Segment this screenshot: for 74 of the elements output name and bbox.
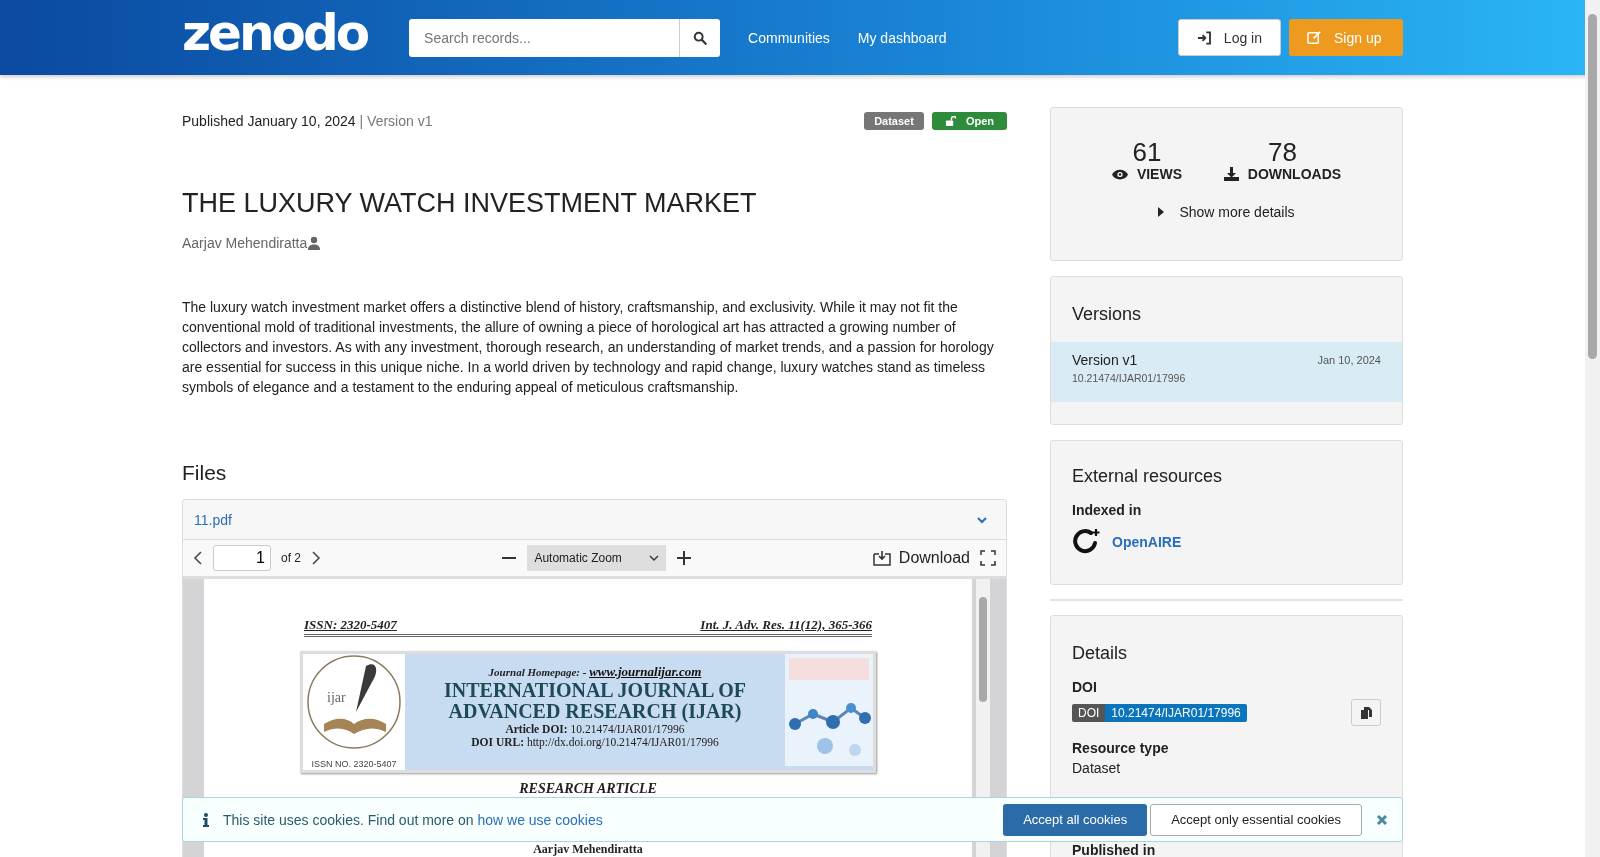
- creator-link[interactable]: Aarjav Mehendiratta: [182, 235, 308, 251]
- doi-url: http://dx.doi.org/10.21474/IJAR01/17996: [526, 736, 719, 748]
- doi-url-label: DOI URL:: [471, 736, 524, 748]
- caret-icon: [649, 555, 660, 561]
- search-icon: [693, 30, 708, 45]
- version-label: | Version v1: [359, 113, 433, 129]
- resource-type-value: Dataset: [1072, 760, 1122, 776]
- resource-type-label: Resource type: [1072, 740, 1170, 756]
- logo[interactable]: zenodo: [182, 6, 368, 59]
- files-heading: Files: [182, 461, 228, 485]
- login-icon: [1197, 30, 1212, 45]
- homepage-label: Journal Homepage: -: [488, 666, 587, 678]
- details-heading: Details: [1072, 642, 1129, 665]
- access-badge: Open: [931, 112, 1007, 130]
- copy-icon: [1360, 706, 1372, 719]
- publication-date: Published January 10, 2024: [182, 113, 356, 129]
- file-name[interactable]: 11.pdf: [194, 511, 232, 528]
- close-icon[interactable]: [1376, 813, 1388, 826]
- accept-all-button[interactable]: Accept all cookies: [1003, 803, 1148, 836]
- document-issn: ISSN: 2320-5407: [304, 617, 397, 633]
- article-doi: 10.21474/IJAR01/17996: [570, 723, 685, 735]
- document-author: Aarjav Mehendiratta: [533, 843, 643, 856]
- doi-label: Article DOI:: [505, 723, 568, 735]
- copy-button[interactable]: [1351, 699, 1381, 726]
- homepage-link[interactable]: www.journalijar.com: [589, 664, 702, 679]
- edit-icon: [1307, 30, 1322, 45]
- stat-value: 61: [1132, 138, 1162, 166]
- published-in-label: Published in: [1072, 842, 1157, 857]
- fullscreen-icon[interactable]: [980, 550, 996, 566]
- versions-heading: Versions: [1072, 303, 1143, 326]
- caret-icon: [1158, 207, 1165, 217]
- download-icon: [872, 550, 891, 566]
- nav-link[interactable]: My dashboard: [857, 29, 947, 46]
- page-count: of 2: [281, 551, 301, 565]
- nav-link[interactable]: Communities: [748, 29, 830, 46]
- description: The luxury watch investment market offers a distinctive blend of history, craftsmanship, and exclusivity. While it may not fit the conventional mold of traditional investments, the allure of owning a piece of horological art has attracted a growing number of collectors and investors. As with any investment, thorough research, an understanding of market trends, and a passion for horology are essential for success in this unique niche. In a world driven by technology and rapid change, luxury watches stand as timeless symbols of elegance and a testament to the enduring appeal of meticulous craftsmanship.: [182, 298, 995, 397]
- journal-name: ADVANCED RESEARCH (IJAR): [448, 701, 742, 722]
- previous-page-icon[interactable]: [193, 551, 203, 565]
- document-citation: Int. J. Adv. Res. 11(12), 365-366: [700, 617, 872, 633]
- stat-label: DOWNLOADS: [1247, 166, 1342, 182]
- next-page-icon[interactable]: [311, 551, 321, 565]
- cookie-policy-link[interactable]: how we use cookies: [477, 811, 603, 828]
- chevron-icon[interactable]: [976, 515, 988, 524]
- zoom-in-icon[interactable]: [676, 550, 693, 566]
- external-resources-heading: External resources: [1072, 465, 1224, 488]
- stat-label: VIEWS: [1136, 166, 1182, 182]
- scrollbar[interactable]: [1585, 0, 1600, 857]
- search-button[interactable]: [679, 18, 721, 57]
- person-icon: [307, 236, 322, 250]
- accept-essential-button[interactable]: Accept only essential cookies: [1150, 803, 1362, 836]
- journal-name: INTERNATIONAL JOURNAL OF: [444, 680, 746, 701]
- eye-icon: [1111, 168, 1128, 180]
- doi-label: DOI: [1072, 679, 1098, 695]
- openaire-logo-icon: [1072, 528, 1100, 556]
- page-number-field[interactable]: 1: [213, 545, 271, 571]
- resource-type-badge: Dataset: [864, 112, 924, 130]
- cookie-notice: This site uses cookies. Find out more on how we use cookies: [223, 811, 603, 828]
- openaire-link[interactable]: OpenAIRE: [1112, 534, 1182, 550]
- logo-text: ijar: [327, 690, 346, 706]
- info-icon: [203, 812, 209, 827]
- zoom-dropdown[interactable]: Automatic Zoom: [527, 545, 667, 571]
- indexed-in-label: Indexed in: [1072, 502, 1143, 518]
- scrollbar-thumb[interactable]: [979, 597, 987, 702]
- scrollbar-thumb[interactable]: [1588, 14, 1597, 359]
- record-title: THE LUXURY WATCH INVESTMENT MARKET: [182, 187, 758, 220]
- logo-issn: ISSN NO. 2320-5407: [311, 759, 397, 770]
- download-button[interactable]: Download: [872, 549, 970, 567]
- show-more-details[interactable]: Show more details: [1152, 203, 1301, 221]
- version-item[interactable]: Version v1 Jan 10, 2024 10.21474/IJAR01/17996: [1051, 342, 1402, 402]
- search-field[interactable]: Search records...: [409, 18, 680, 57]
- section-title: RESEARCH ARTICLE: [519, 781, 657, 797]
- stat-value: 78: [1267, 138, 1297, 166]
- log-in-button[interactable]: Log in: [1178, 19, 1281, 56]
- download-icon: [1223, 167, 1239, 181]
